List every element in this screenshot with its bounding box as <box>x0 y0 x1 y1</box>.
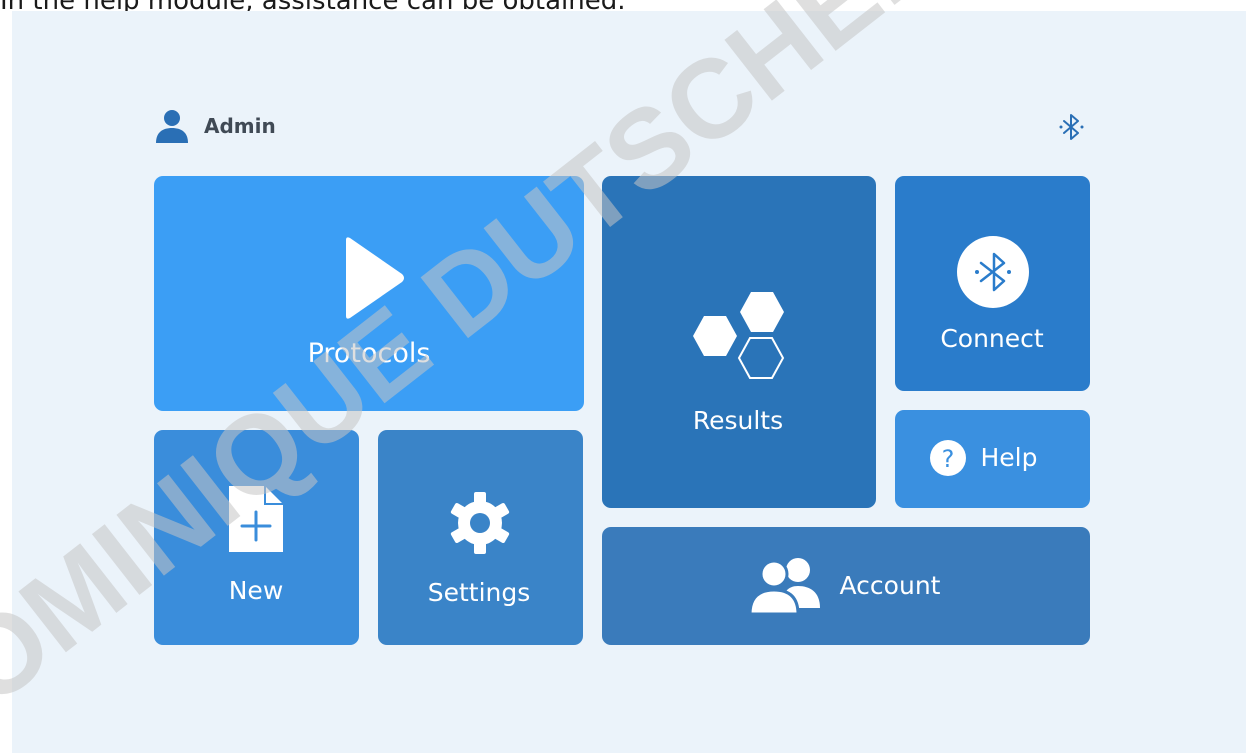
current-user[interactable]: Admin <box>154 107 276 145</box>
connect-label: Connect <box>940 324 1044 353</box>
question-icon: ? <box>930 440 966 476</box>
account-tile[interactable]: Account <box>602 527 1090 645</box>
results-tile[interactable]: Results <box>602 176 876 508</box>
users-icon <box>750 556 822 614</box>
help-label: Help <box>980 443 1038 472</box>
play-icon <box>342 236 406 320</box>
new-tile[interactable]: New <box>154 430 359 645</box>
settings-tile[interactable]: Settings <box>378 430 583 645</box>
new-file-icon <box>227 484 285 554</box>
gear-icon <box>447 490 513 556</box>
user-name: Admin <box>204 114 276 138</box>
protocols-label: Protocols <box>307 338 431 369</box>
svg-text:?: ? <box>942 445 955 473</box>
connect-tile[interactable]: Connect <box>895 176 1090 391</box>
bluetooth-status-icon[interactable] <box>1058 112 1086 142</box>
hexagons-icon <box>690 282 790 382</box>
results-label: Results <box>692 406 784 435</box>
settings-label: Settings <box>427 578 531 607</box>
user-icon <box>154 108 190 144</box>
account-label: Account <box>839 571 941 600</box>
bluetooth-icon <box>957 236 1029 308</box>
help-tile[interactable]: ? Help <box>895 410 1090 508</box>
new-label: New <box>228 576 284 605</box>
protocols-tile[interactable]: Protocols <box>154 176 584 411</box>
